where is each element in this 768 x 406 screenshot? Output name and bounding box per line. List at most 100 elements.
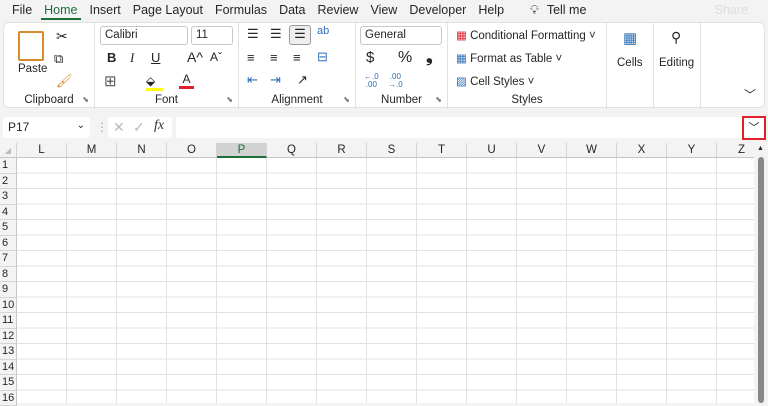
scrollbar-thumb[interactable] [758, 157, 764, 403]
row-header-7[interactable]: 7 [0, 251, 17, 267]
decrease-decimal-button[interactable]: .00 →.0 [388, 73, 403, 89]
cell-styles-label: Cell Styles [470, 76, 524, 88]
currency-button[interactable]: $ [366, 49, 374, 66]
launcher-icon[interactable]: ⬊ [226, 95, 233, 104]
align-right-icon[interactable]: ≡ [293, 50, 301, 65]
row-header-5[interactable]: 5 [0, 220, 17, 236]
align-left-icon[interactable]: ≡ [247, 50, 255, 65]
row-header-4[interactable]: 4 [0, 205, 17, 221]
row-header-1[interactable]: 1 [0, 158, 17, 174]
launcher-icon[interactable]: ⬊ [435, 95, 442, 104]
paste-icon[interactable] [18, 31, 44, 61]
italic-button[interactable]: I [130, 50, 134, 66]
column-header-U[interactable]: U [467, 143, 517, 158]
column-header-M[interactable]: M [67, 143, 117, 158]
row-header-10[interactable]: 10 [0, 298, 17, 314]
column-header-N[interactable]: N [117, 143, 167, 158]
drag-handle-icon[interactable]: ⋮ [96, 120, 108, 134]
enter-icon[interactable]: ✓ [133, 119, 145, 136]
menu-file[interactable]: File [12, 3, 32, 17]
align-bottom-icon[interactable]: ☰ [289, 25, 311, 45]
menu-insert[interactable]: Insert [90, 3, 121, 17]
font-name-select[interactable]: Calibri [100, 26, 188, 45]
formula-input[interactable] [176, 117, 742, 138]
row-header-2[interactable]: 2 [0, 174, 17, 190]
chevron-down-icon[interactable]: ⌄ [77, 120, 85, 131]
cancel-icon[interactable]: ✕ [113, 119, 125, 136]
row-header-15[interactable]: 15 [0, 375, 17, 391]
insert-function-button[interactable]: fx [154, 118, 164, 134]
menu-formulas[interactable]: Formulas [215, 3, 267, 17]
underline-button[interactable]: U [151, 50, 160, 65]
column-header-R[interactable]: R [317, 143, 367, 158]
decrease-indent-icon[interactable]: ⇤ [247, 72, 258, 88]
grow-font-button[interactable]: A^ [187, 49, 203, 65]
font-color-button[interactable]: A [179, 72, 194, 89]
increase-decimal-button[interactable]: ←.0 .00 [364, 73, 379, 89]
row-header-12[interactable]: 12 [0, 329, 17, 345]
cells-area[interactable] [17, 158, 754, 403]
launcher-icon[interactable]: ⬊ [82, 95, 89, 104]
column-header-Y[interactable]: Y [667, 143, 717, 158]
share-button[interactable]: Share [715, 3, 748, 17]
format-painter-icon[interactable]: 🖌︎ [56, 73, 73, 89]
select-all-button[interactable]: ◢ [0, 143, 17, 158]
row-header-6[interactable]: 6 [0, 236, 17, 252]
shrink-font-button[interactable]: Aˇ [210, 50, 222, 64]
menu-home[interactable]: Home [44, 3, 77, 17]
copy-icon[interactable]: ⧉ [54, 51, 63, 67]
editing-group[interactable]: ⚲ Editing [654, 23, 701, 109]
menu-help[interactable]: Help [478, 3, 504, 17]
borders-icon[interactable]: ⊞ [104, 72, 117, 90]
format-as-table-button[interactable]: ▦ Format as Table ˅ [456, 51, 562, 65]
align-middle-icon[interactable]: ☰ [270, 26, 282, 42]
align-top-icon[interactable]: ☰ [247, 26, 259, 42]
menu-view[interactable]: View [370, 3, 397, 17]
row-header-9[interactable]: 9 [0, 282, 17, 298]
menu-data[interactable]: Data [279, 3, 305, 17]
column-header-O[interactable]: O [167, 143, 217, 158]
cells-button[interactable]: Cells [617, 57, 643, 69]
percent-button[interactable]: % [398, 49, 412, 67]
column-header-W[interactable]: W [567, 143, 617, 158]
paste-button[interactable]: Paste [18, 63, 47, 75]
editing-button[interactable]: Editing [659, 57, 694, 69]
bold-button[interactable]: B [107, 50, 116, 65]
collapse-ribbon-icon[interactable]: ﹀ [744, 86, 756, 103]
number-format-select[interactable]: General [360, 26, 442, 45]
row-header-16[interactable]: 16 [0, 391, 17, 406]
cut-icon[interactable]: ✂ [56, 28, 68, 45]
launcher-icon[interactable]: ⬊ [343, 95, 350, 104]
conditional-formatting-button[interactable]: ▦ Conditional Formatting ˅ [456, 28, 596, 42]
column-header-V[interactable]: V [517, 143, 567, 158]
column-header-T[interactable]: T [417, 143, 467, 158]
comma-button[interactable]: ❟ [426, 47, 433, 67]
column-header-P[interactable]: P [217, 143, 267, 158]
column-header-S[interactable]: S [367, 143, 417, 158]
menu-developer[interactable]: Developer [409, 3, 466, 17]
vertical-scrollbar[interactable]: ▲ [754, 143, 768, 403]
column-header-Q[interactable]: Q [267, 143, 317, 158]
orientation-icon[interactable]: ↗ [297, 72, 308, 88]
menu-review[interactable]: Review [317, 3, 358, 17]
cell-styles-button[interactable]: ▨ Cell Styles ˅ [456, 74, 534, 88]
row-header-11[interactable]: 11 [0, 313, 17, 329]
merge-center-icon[interactable]: ⊟ [317, 49, 328, 65]
menu-page-layout[interactable]: Page Layout [133, 3, 203, 17]
align-center-icon[interactable]: ≡ [270, 50, 278, 65]
cells-group[interactable]: ▦ Cells [607, 23, 654, 109]
column-header-X[interactable]: X [617, 143, 667, 158]
tell-me[interactable]: Tell me [547, 3, 587, 17]
row-header-3[interactable]: 3 [0, 189, 17, 205]
row-header-13[interactable]: 13 [0, 344, 17, 360]
name-box[interactable]: P17⌄ [3, 117, 90, 138]
row-header-14[interactable]: 14 [0, 360, 17, 376]
column-header-L[interactable]: L [17, 143, 67, 158]
expand-formula-bar-button[interactable]: ﹀ [742, 116, 766, 140]
wrap-text-icon[interactable]: ab [317, 25, 329, 37]
scroll-up-icon[interactable]: ▲ [757, 145, 764, 152]
font-size-select[interactable]: 11 [191, 26, 233, 45]
row-header-8[interactable]: 8 [0, 267, 17, 283]
fill-color-button[interactable]: ⬙ [146, 74, 163, 91]
increase-indent-icon[interactable]: ⇥ [270, 72, 281, 88]
